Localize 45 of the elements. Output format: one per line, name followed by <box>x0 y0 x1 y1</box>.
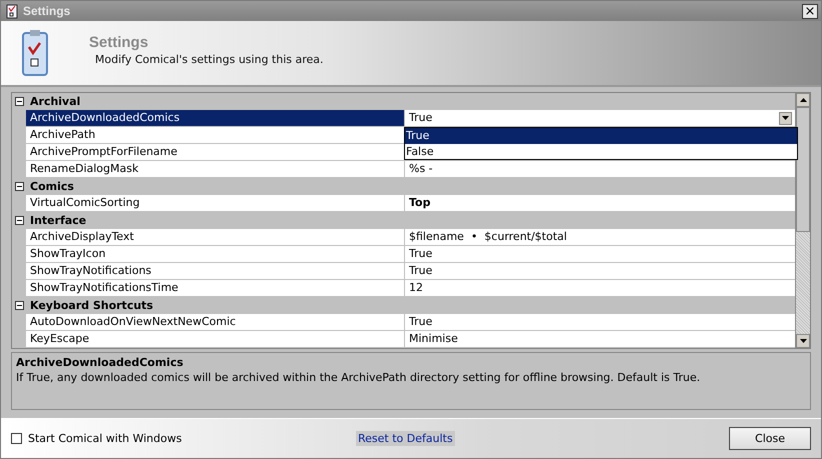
checkbox[interactable] <box>11 433 22 444</box>
collapse-toggle[interactable] <box>14 301 24 310</box>
scrollbar[interactable] <box>795 93 810 348</box>
category-label: Comics <box>29 179 74 195</box>
property-name[interactable]: VirtualComicSorting <box>26 195 405 212</box>
collapse-toggle[interactable] <box>14 216 24 225</box>
property-name[interactable]: ArchiveDisplayText <box>26 229 405 246</box>
category-label: Interface <box>29 213 86 229</box>
value-combo[interactable]: True <box>405 110 795 127</box>
clipboard-icon <box>21 29 49 77</box>
property-name[interactable]: ShowTrayIcon <box>26 246 405 263</box>
window-title: Settings <box>23 4 72 18</box>
property-value: Minimise <box>405 331 795 348</box>
property-value: Top <box>405 195 795 212</box>
property-value: True <box>405 314 795 331</box>
property-name[interactable]: ArchivePath <box>26 127 405 144</box>
property-name[interactable]: ShowTrayNotificationsTime <box>26 280 405 297</box>
description-title: ArchiveDownloadedComics <box>16 356 184 369</box>
reset-link[interactable]: Reset to Defaults <box>356 431 455 446</box>
property-name[interactable]: ShowTrayNotifications <box>26 263 405 280</box>
checkbox-label[interactable]: Start Comical with Windows <box>28 432 182 445</box>
scroll-up-icon[interactable] <box>800 98 806 102</box>
property-name[interactable]: ArchivePromptForFilename <box>26 144 405 161</box>
property-value: %s - <box>405 161 795 178</box>
property-value: $filename • $current/$total <box>405 229 795 246</box>
collapse-toggle[interactable] <box>14 182 24 191</box>
property-name[interactable]: AutoDownloadOnViewNextNewComic <box>26 314 405 331</box>
close-button[interactable]: Close <box>729 427 811 450</box>
dropdown-option[interactable]: True <box>405 128 797 144</box>
property-name[interactable]: RenameDialogMask <box>26 161 405 178</box>
category-label: Archival <box>29 94 80 110</box>
property-name[interactable]: KeyEscape <box>26 331 405 348</box>
header-title: Settings <box>89 34 150 51</box>
property-value: True <box>405 246 795 263</box>
collapse-toggle[interactable] <box>14 97 24 106</box>
app-icon <box>6 4 18 18</box>
dropdown-option[interactable]: False <box>405 144 797 160</box>
description-text: If True, any downloaded comics will be archived within the ArchivePath directory setting for offline browsing. Default is True. <box>16 371 702 384</box>
category-label: Keyboard Shortcuts <box>29 298 154 314</box>
scroll-down-icon[interactable] <box>800 339 806 343</box>
property-name[interactable]: ArchiveDownloadedComics <box>26 110 405 127</box>
close-button[interactable]: × <box>802 4 818 18</box>
property-value: True <box>405 263 795 280</box>
header-subtitle: Modify Comical's settings using this area. <box>94 53 324 66</box>
property-value: 12 <box>405 280 795 297</box>
